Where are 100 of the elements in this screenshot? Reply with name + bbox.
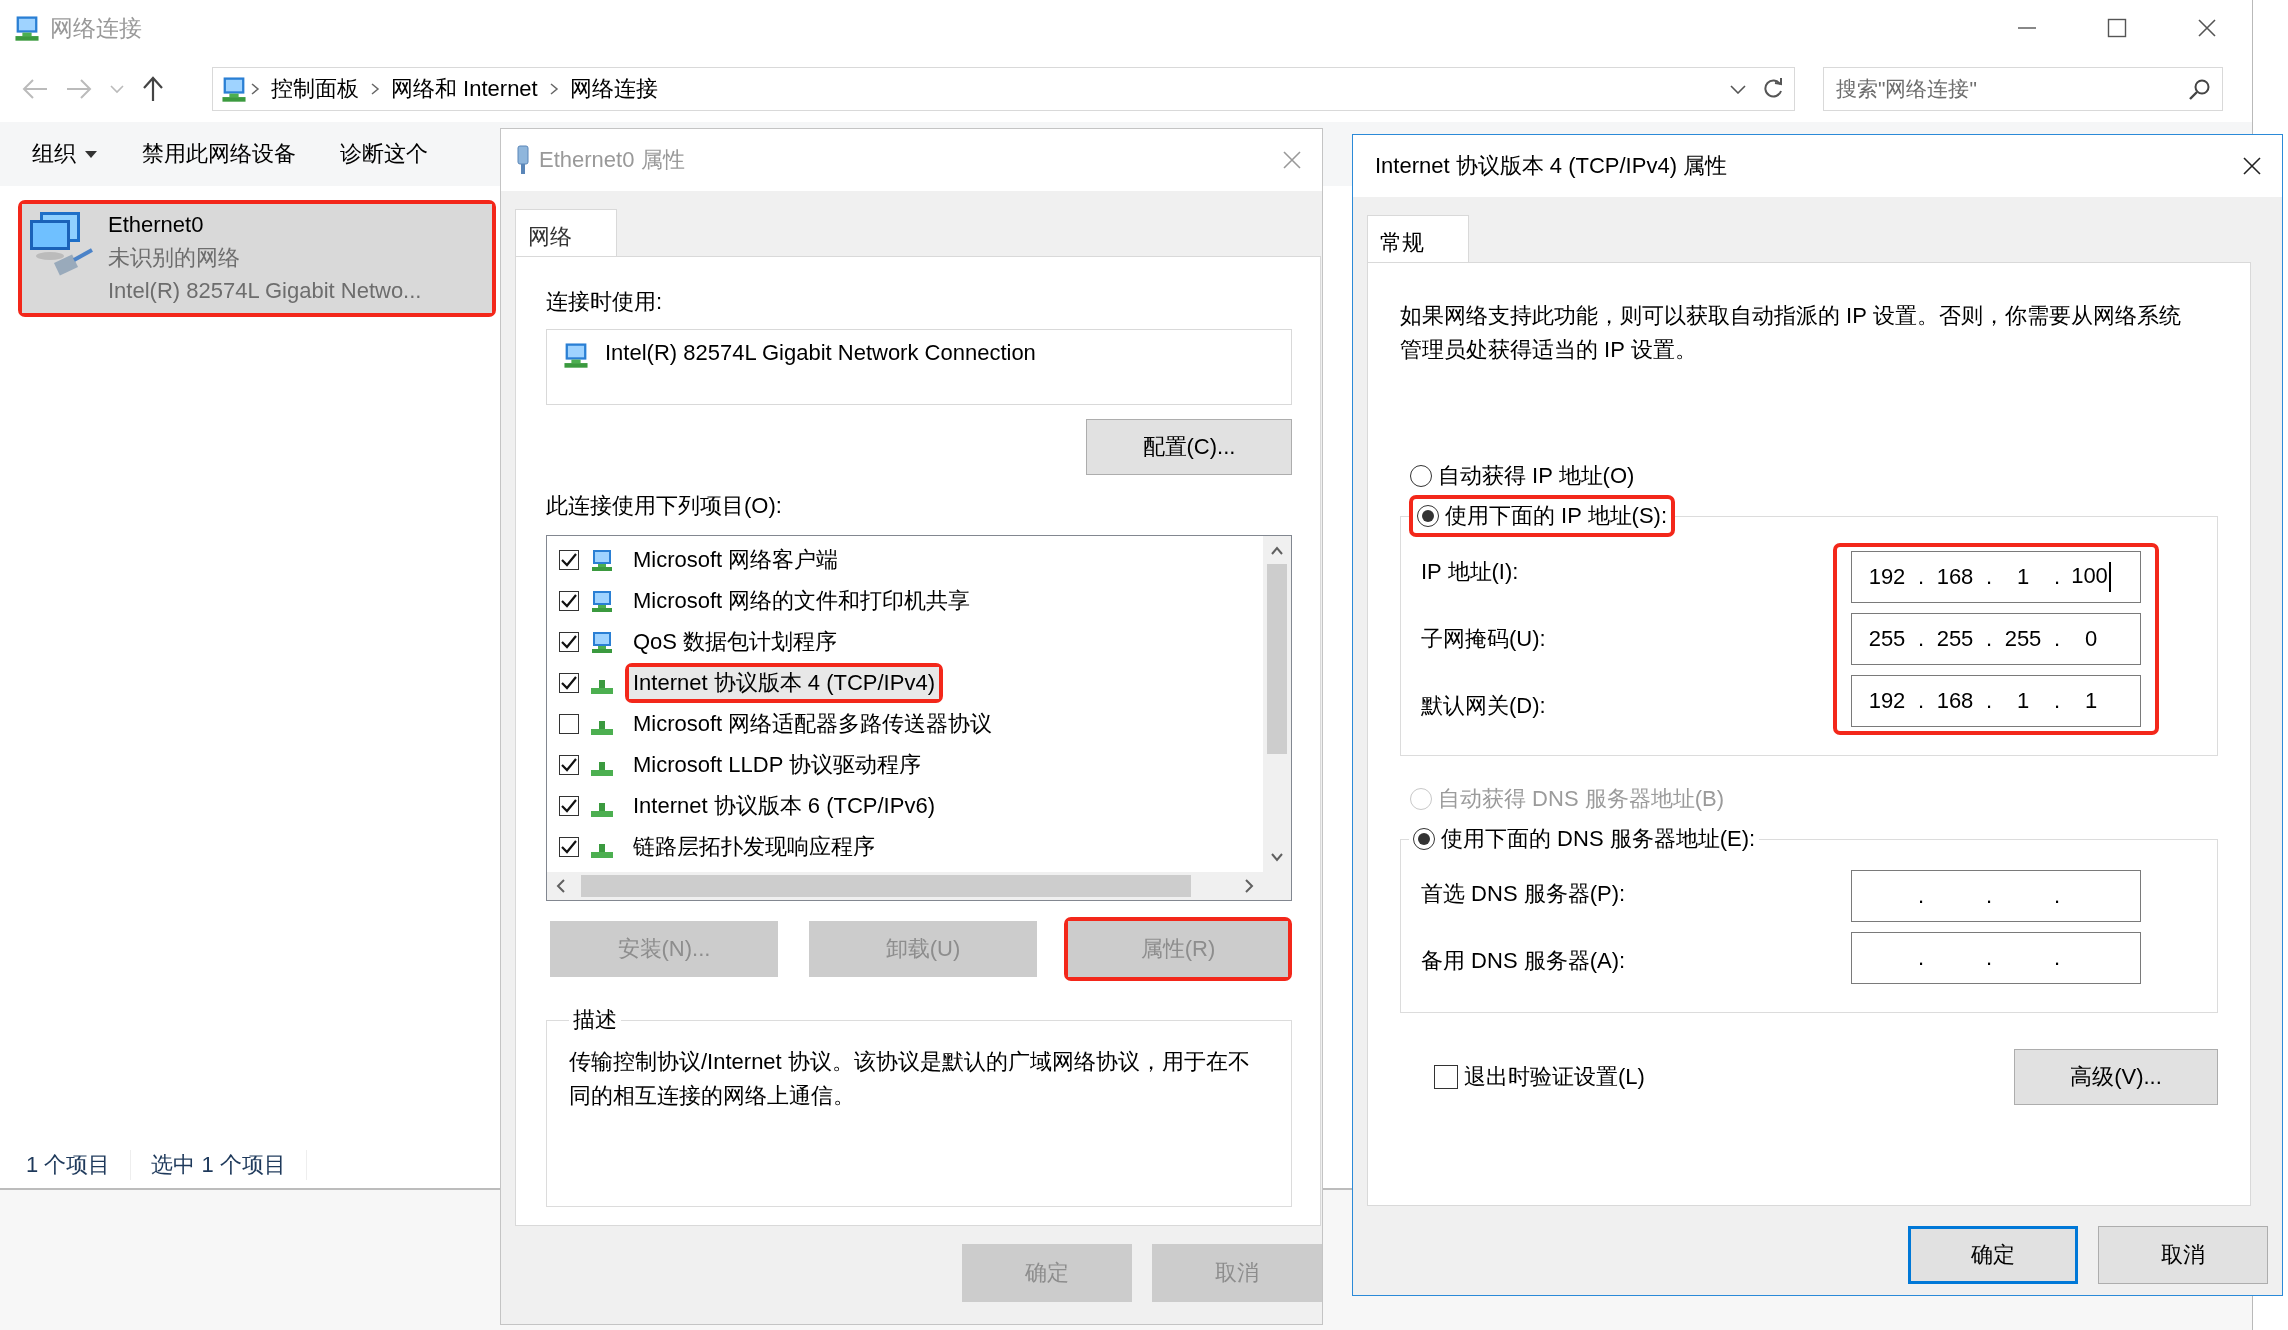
intro-text: 如果网络支持此功能，则可以获取自动指派的 IP 设置。否则，你需要从网络系统管理员处获得适当的 IP 设置。 xyxy=(1400,302,2182,364)
ip-address-field[interactable]: . . . xyxy=(1851,870,2141,922)
list-item[interactable]: Internet 协议版本 6 (TCP/IPv6) xyxy=(629,789,939,822)
list-item[interactable]: Microsoft LLDP 协议驱动程序 xyxy=(629,748,926,781)
toolbar-button[interactable]: 诊断这个 xyxy=(318,132,450,176)
separator-dot: . xyxy=(2052,564,2062,590)
group-title: 描述 xyxy=(572,1006,618,1034)
separator-dot: . xyxy=(2052,688,2062,714)
adapter-plug-icon xyxy=(515,145,531,175)
protocol-icon xyxy=(591,802,613,817)
field-label: 此连接使用下列项目(O): xyxy=(546,492,783,520)
octet-text: 1 xyxy=(2015,564,2031,590)
checkbox[interactable] xyxy=(559,549,579,570)
octet-text: 1 xyxy=(2015,688,2031,714)
separator-dot: . xyxy=(1916,626,1926,652)
button[interactable]: 配置(C)... xyxy=(1086,419,1292,475)
menu-button[interactable]: 组织 xyxy=(10,132,120,176)
separator-dot: . xyxy=(1984,688,1994,714)
checkbox[interactable] xyxy=(559,631,579,652)
list-item[interactable]: QoS 数据包计划程序 xyxy=(629,625,842,658)
checkmark-icon xyxy=(561,552,577,567)
field-label: 子网掩码(U): xyxy=(1421,625,1546,653)
button[interactable]: 确定 xyxy=(1908,1226,2078,1284)
radio-option[interactable]: 自动获得 IP 地址(O) xyxy=(1406,459,2218,493)
dropdown-icon xyxy=(84,149,98,159)
checkbox[interactable] xyxy=(559,836,579,857)
tab[interactable]: 网络 xyxy=(515,209,617,257)
dialog-title: Internet 协议版本 4 (TCP/IPv4) 属性 xyxy=(1375,152,1728,180)
breadcrumb-link[interactable]: 网络连接 xyxy=(559,74,668,104)
address-bar[interactable]: 控制面板 网络和 Internet 网络连接 xyxy=(212,67,1795,111)
radio-option[interactable]: 使用下面的 DNS 服务器地址(E): xyxy=(1409,822,1760,856)
list-item[interactable]: 链路层拓扑发现响应程序 xyxy=(629,830,879,863)
search-field[interactable]: 搜索"网络连接" xyxy=(1823,67,2223,111)
octet-text: 255 xyxy=(2003,626,2043,652)
field-label: 默认网关(D): xyxy=(1421,692,1546,720)
status-text: 选中 1 个项目 xyxy=(151,1150,307,1180)
close-icon[interactable] xyxy=(2197,18,2217,38)
checkmark-icon xyxy=(561,839,577,854)
separator-dot: . xyxy=(1916,688,1926,714)
checkmark-icon xyxy=(561,675,577,690)
protocol-icon xyxy=(591,679,613,694)
dialog-title: Ethernet0 属性 xyxy=(539,146,685,174)
item-name: Ethernet0 xyxy=(108,211,205,239)
separator-dot: . xyxy=(2052,626,2062,652)
protocol-icon xyxy=(591,720,613,735)
field-label: 连接时使用: xyxy=(546,288,664,316)
chevron-icon xyxy=(369,82,381,96)
separator-dot: . xyxy=(1916,883,1926,909)
separator-dot: . xyxy=(1984,945,1994,971)
separator-dot: . xyxy=(1916,945,1926,971)
horizontal-scrollbar[interactable] xyxy=(547,872,1263,900)
octet-text: 255 xyxy=(1935,626,1975,652)
checkbox[interactable] xyxy=(559,672,579,693)
breadcrumb-link[interactable]: 控制面板 xyxy=(261,74,369,104)
separator-dot: . xyxy=(1984,883,1994,909)
octet-text: 168 xyxy=(1935,564,1975,590)
description-text: 传输控制协议/Internet 协议。该协议是默认的广域网络协议，用于在不同的相互连接的网络上通信。 xyxy=(569,1048,1251,1110)
checkmark-icon xyxy=(561,593,577,608)
radio-option[interactable]: 使用下面的 IP 地址(S): xyxy=(1413,499,1672,533)
vertical-scrollbar[interactable] xyxy=(1263,536,1291,872)
field-label: IP 地址(I): xyxy=(1421,558,1520,586)
octet-text: 192 xyxy=(1867,688,1907,714)
separator-dot: . xyxy=(2052,883,2062,909)
button[interactable]: 高级(V)... xyxy=(2014,1049,2218,1105)
ip-address-field[interactable]: . . . xyxy=(1851,932,2141,984)
ip-address-field[interactable]: 192 . 168 . 1 . 100 xyxy=(1851,551,2141,603)
octet-text: 168 xyxy=(1935,688,1975,714)
checkbox[interactable] xyxy=(559,754,579,775)
separator-dot: . xyxy=(2052,945,2062,971)
checkbox[interactable] xyxy=(559,590,579,611)
network-folder-icon xyxy=(219,74,249,104)
checkbox[interactable] xyxy=(559,795,579,816)
up-icon[interactable] xyxy=(142,76,164,102)
checkbox[interactable] xyxy=(559,713,579,734)
adapter-name: Intel(R) 82574L Gigabit Network Connection xyxy=(605,340,1036,366)
search-icon[interactable] xyxy=(2189,78,2211,100)
list-item[interactable]: Microsoft 网络的文件和打印机共享 xyxy=(629,584,975,617)
refresh-icon[interactable] xyxy=(1762,78,1784,100)
network-item[interactable]: Ethernet0 未识别的网络 Intel(R) 82574L Gigabit Netwo... xyxy=(22,204,492,313)
list-item[interactable]: Microsoft 网络适配器多路传送器协议 xyxy=(629,707,997,740)
maximize-icon[interactable] xyxy=(2107,18,2127,38)
close-icon[interactable] xyxy=(2242,156,2262,176)
tab[interactable]: 常规 xyxy=(1367,215,1469,263)
chevron-icon xyxy=(249,82,261,96)
toolbar-button[interactable]: 禁用此网络设备 xyxy=(120,132,318,176)
separator-dot: . xyxy=(1984,626,1994,652)
ip-address-field[interactable]: 192 . 168 . 1 . 1 xyxy=(1851,675,2141,727)
list-item[interactable]: Microsoft 网络客户端 xyxy=(629,543,843,576)
field-label: 备用 DNS 服务器(A): xyxy=(1421,946,1626,975)
button[interactable]: 取消 xyxy=(2098,1226,2268,1284)
protocol-icon xyxy=(591,843,613,858)
checkbox[interactable] xyxy=(1434,1065,1458,1089)
breadcrumb-link[interactable]: 网络和 Internet xyxy=(381,74,548,104)
dropdown-icon[interactable] xyxy=(1730,84,1746,94)
checkmark-icon xyxy=(561,798,577,813)
window-title: 网络连接 xyxy=(50,13,142,43)
ip-address-field[interactable]: 255 . 255 . 255 . 0 xyxy=(1851,613,2141,665)
octet-text: 255 xyxy=(1867,626,1907,652)
octet-text: 100 xyxy=(2064,562,2118,592)
list-item[interactable]: Internet 协议版本 4 (TCP/IPv4) xyxy=(629,666,939,699)
